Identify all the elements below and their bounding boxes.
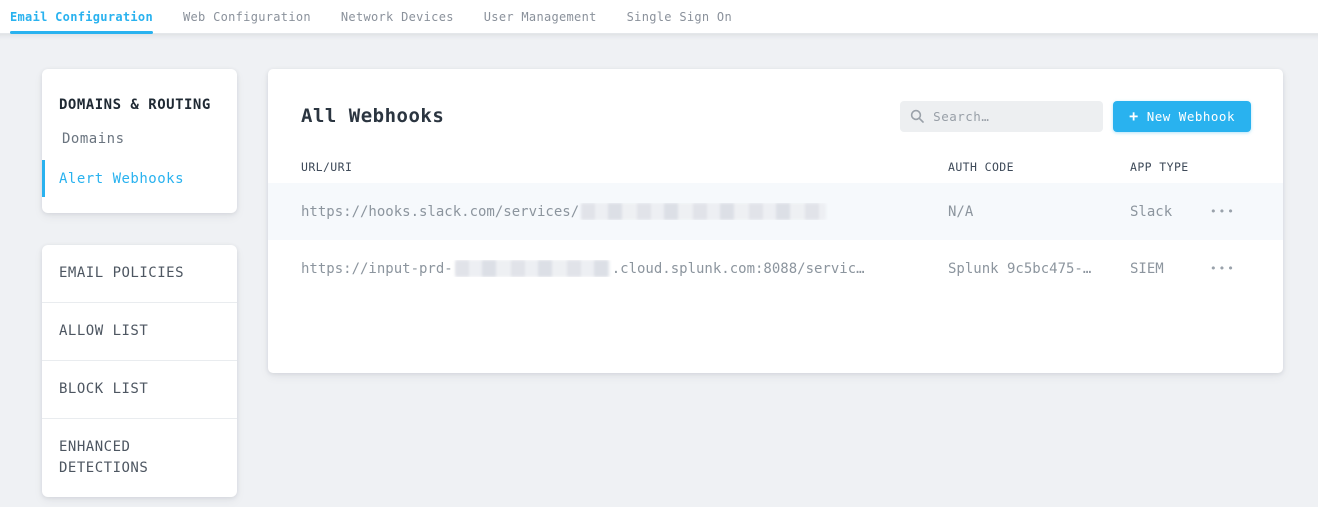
tab-web-configuration[interactable]: Web Configuration bbox=[183, 0, 311, 33]
domains-routing-card: DOMAINS & ROUTING Domains Alert Webhooks bbox=[42, 69, 237, 213]
tab-single-sign-on[interactable]: Single Sign On bbox=[627, 0, 732, 33]
search-input[interactable] bbox=[933, 109, 1093, 124]
table-row[interactable]: https://input-prd- .cloud.splunk.com:808… bbox=[268, 240, 1283, 297]
table-row[interactable]: https://hooks.slack.com/services/ N/A Sl… bbox=[268, 183, 1283, 240]
new-webhook-button-label: New Webhook bbox=[1147, 109, 1235, 124]
app-type-value: SIEM bbox=[1130, 261, 1208, 277]
sidebar-item-enhanced-detections[interactable]: ENHANCED DETECTIONS bbox=[42, 419, 237, 497]
sidebar-item-alert-webhooks[interactable]: Alert Webhooks bbox=[42, 160, 237, 197]
url-text: https://hooks.slack.com/services/ bbox=[301, 204, 579, 220]
table-header-row: URL/URI AUTH CODE APP TYPE bbox=[268, 151, 1283, 183]
search-icon bbox=[910, 109, 924, 123]
webhook-url: https://input-prd- .cloud.splunk.com:808… bbox=[301, 260, 948, 277]
webhooks-table: URL/URI AUTH CODE APP TYPE https://hooks… bbox=[268, 151, 1283, 297]
tab-network-devices[interactable]: Network Devices bbox=[341, 0, 454, 33]
plus-icon: + bbox=[1129, 109, 1139, 124]
redacted-url-segment bbox=[455, 260, 610, 277]
app-type-value: Slack bbox=[1130, 204, 1208, 220]
sidebar-item-email-policies[interactable]: EMAIL POLICIES bbox=[42, 245, 237, 303]
tab-email-configuration[interactable]: Email Configuration bbox=[10, 0, 153, 33]
redacted-url-segment bbox=[581, 203, 826, 220]
page-title: All Webhooks bbox=[301, 105, 900, 127]
tab-user-management[interactable]: User Management bbox=[484, 0, 597, 33]
search-box[interactable] bbox=[900, 101, 1103, 132]
webhooks-panel: All Webhooks + New Webhook URL/URI AUTH … bbox=[268, 69, 1283, 373]
row-actions-menu-icon[interactable]: ••• bbox=[1208, 258, 1238, 279]
webhooks-panel-header: All Webhooks + New Webhook bbox=[268, 69, 1283, 135]
domains-routing-title: DOMAINS & ROUTING bbox=[42, 83, 237, 117]
column-header-auth-code: AUTH CODE bbox=[948, 160, 1130, 174]
webhook-url: https://hooks.slack.com/services/ bbox=[301, 203, 948, 220]
top-nav: Email Configuration Web Configuration Ne… bbox=[0, 0, 1318, 34]
sidebar: DOMAINS & ROUTING Domains Alert Webhooks… bbox=[42, 69, 237, 507]
column-header-app-type: APP TYPE bbox=[1130, 160, 1208, 174]
auth-code-value: N/A bbox=[948, 204, 1130, 220]
page-content: DOMAINS & ROUTING Domains Alert Webhooks… bbox=[0, 34, 1318, 507]
url-text: .cloud.splunk.com:8088/servic… bbox=[612, 261, 865, 277]
sidebar-item-allow-list[interactable]: ALLOW LIST bbox=[42, 303, 237, 361]
sidebar-item-domains[interactable]: Domains bbox=[42, 120, 237, 157]
url-text: https://input-prd- bbox=[301, 261, 453, 277]
column-header-url: URL/URI bbox=[301, 160, 948, 174]
policy-sections-card: EMAIL POLICIES ALLOW LIST BLOCK LIST ENH… bbox=[42, 245, 237, 497]
row-actions-menu-icon[interactable]: ••• bbox=[1208, 201, 1238, 222]
auth-code-value: Splunk 9c5bc475-… bbox=[948, 261, 1130, 277]
new-webhook-button[interactable]: + New Webhook bbox=[1113, 101, 1251, 132]
sidebar-item-block-list[interactable]: BLOCK LIST bbox=[42, 361, 237, 419]
